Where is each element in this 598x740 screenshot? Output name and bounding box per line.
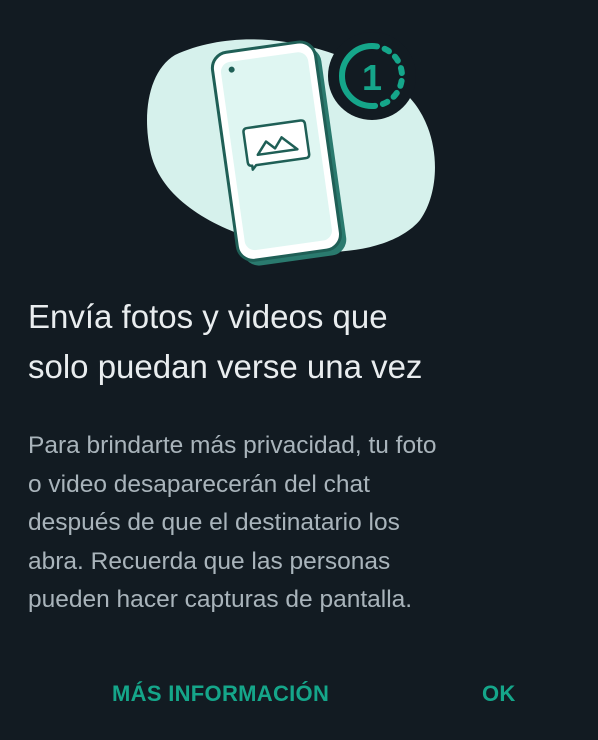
view-once-illustration: 1 bbox=[147, 32, 435, 266]
dialog-actions: MÁS INFORMACIÓN OK bbox=[0, 670, 598, 718]
view-once-dialog: 1 Envía fotos y videos que solo puedan v… bbox=[0, 0, 598, 740]
view-once-number: 1 bbox=[362, 57, 382, 98]
dialog-message-line: Para brindarte más privacidad, tu foto bbox=[28, 432, 437, 459]
dialog-message-line: abra. Recuerda que las personas bbox=[28, 547, 391, 575]
dialog-title-line-2: solo puedan verse una vez bbox=[28, 348, 423, 385]
dialog-title: Envía fotos y videos que solo puedan ver… bbox=[28, 292, 568, 392]
more-info-button[interactable]: MÁS INFORMACIÓN bbox=[106, 670, 335, 718]
dialog-message: Para brindarte más privacidad, tu foto o… bbox=[28, 427, 573, 620]
dialog-title-line-1: Envía fotos y videos que bbox=[28, 298, 388, 335]
dialog-message-line: pueden hacer capturas de pantalla. bbox=[28, 586, 413, 613]
dialog-message-line: o video desaparecerán del chat bbox=[28, 470, 370, 498]
view-once-icon: 1 bbox=[328, 32, 416, 120]
dialog-message-line: después de que el destinatario los bbox=[28, 509, 400, 536]
ok-button[interactable]: OK bbox=[476, 670, 522, 718]
